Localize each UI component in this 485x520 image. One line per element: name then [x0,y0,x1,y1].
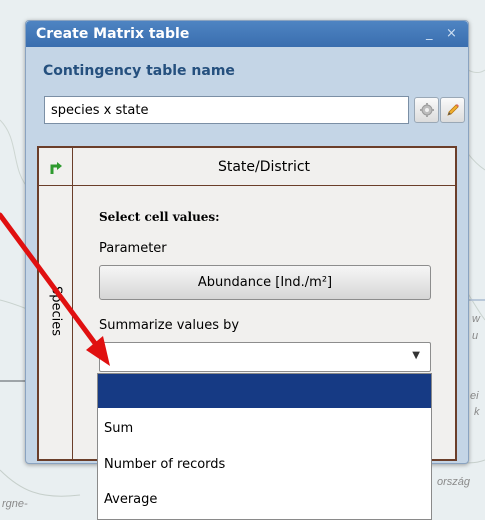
swap-axes-button[interactable] [39,148,73,186]
pencil-icon [446,104,459,116]
dropdown-option-empty[interactable] [98,374,431,408]
parameter-value: Abundance [Ind./m²] [197,275,333,290]
map-label: w [472,313,480,325]
table-name-label: Contingency table name [43,63,235,79]
edit-button[interactable] [440,97,465,123]
row-header[interactable]: Species [39,186,73,459]
dialog-titlebar[interactable]: Create Matrix table _ × [26,21,468,47]
parameter-button[interactable]: Abundance [Ind./m²] [99,265,431,300]
row-header-label: Species [48,285,64,337]
dropdown-option-number-of-records[interactable]: Number of records [98,448,431,482]
summarize-select[interactable]: ▼ [99,342,431,372]
summarize-label: Summarize values by [99,318,240,333]
close-button[interactable]: × [446,21,457,47]
gear-icon [419,103,434,117]
dropdown-option-average[interactable]: Average [98,483,431,517]
map-label: ország [437,476,471,488]
column-header-label: State/District [217,158,311,175]
table-name-input[interactable] [44,96,409,124]
parameter-label: Parameter [99,241,167,256]
chevron-down-icon: ▼ [412,350,420,361]
column-header[interactable]: State/District [73,148,455,186]
map-label: rgne- [2,498,28,510]
dropdown-option-sum[interactable]: Sum [98,412,431,446]
minimize-button[interactable]: _ [426,21,433,47]
summarize-dropdown-list: Sum Number of records Average [97,373,432,520]
map-label: u [472,330,479,342]
map-label: k [474,406,480,418]
dialog-title: Create Matrix table [36,26,190,42]
swap-arrow-icon [50,161,62,174]
map-label: ei [470,390,479,402]
settings-button[interactable] [414,97,439,123]
select-cell-values-title: Select cell values: [99,210,220,224]
